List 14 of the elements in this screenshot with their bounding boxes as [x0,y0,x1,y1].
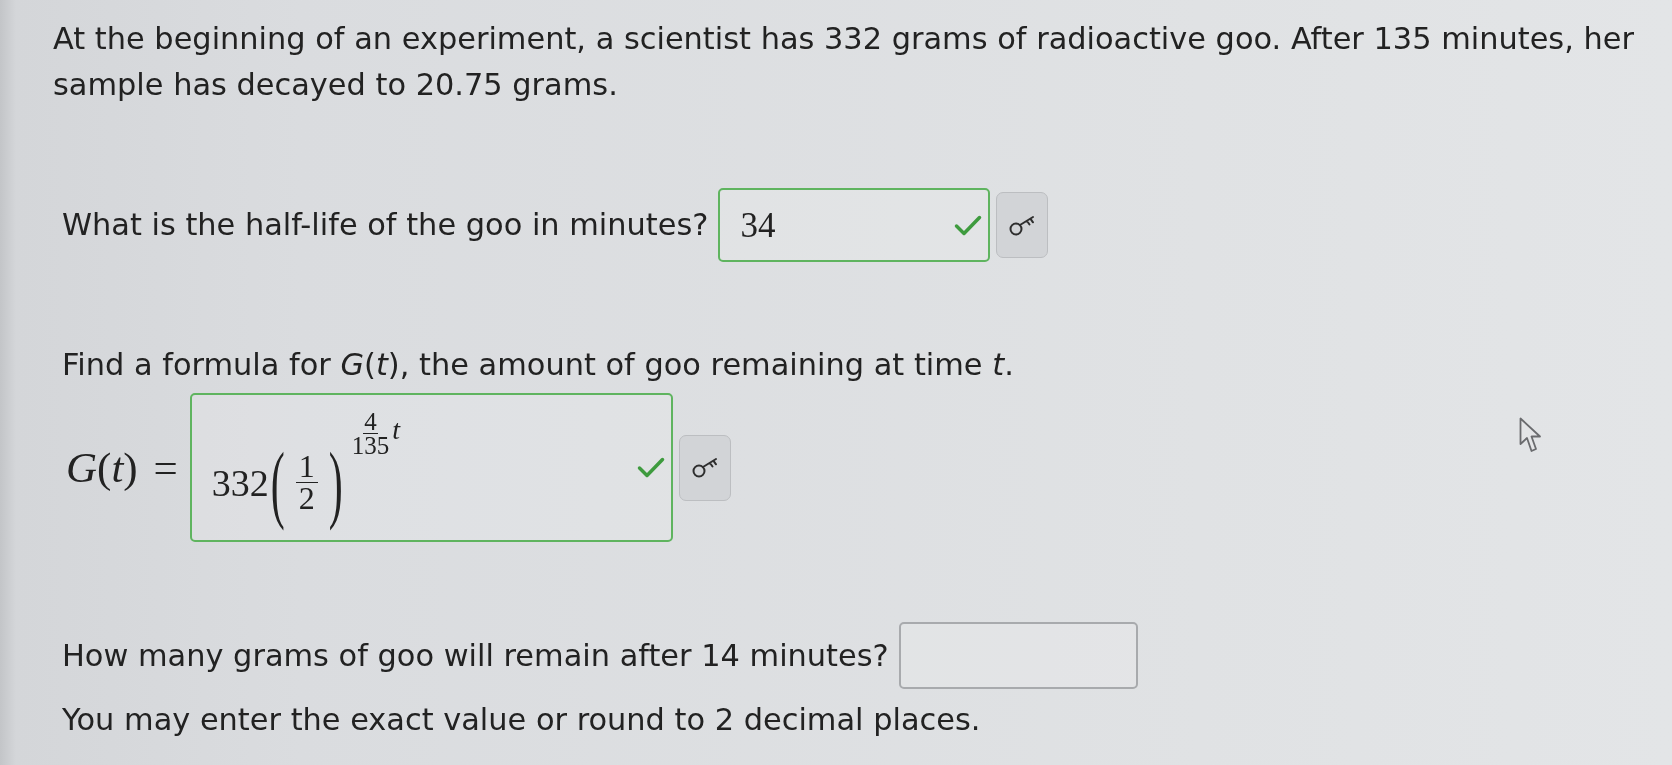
key-button[interactable] [996,192,1049,258]
check-icon [636,457,665,478]
question-text: Find a formula for G(t), the amount of goo remaining at time t. [62,346,1014,384]
key-icon [691,457,718,478]
hint-text: You may enter the exact value or round to 2 decimal places. [62,702,981,737]
answer-field[interactable]: 34 [718,188,991,262]
equation-label: G(t) = [66,442,178,493]
key-icon [1009,214,1036,236]
check-icon [954,214,983,236]
answer-field[interactable] [898,622,1138,689]
problem-text: At the beginning of an experiment, a scientist has 332 grams of radioactive goo. After 135 minutes, her sample has decayed to 20.75 grams. [53,20,1635,104]
question-text: How many grams of goo will remain after 14 minutes? [62,636,889,675]
key-button[interactable] [678,434,731,501]
question-text: What is the half-life of the goo in minutes? [62,206,709,244]
